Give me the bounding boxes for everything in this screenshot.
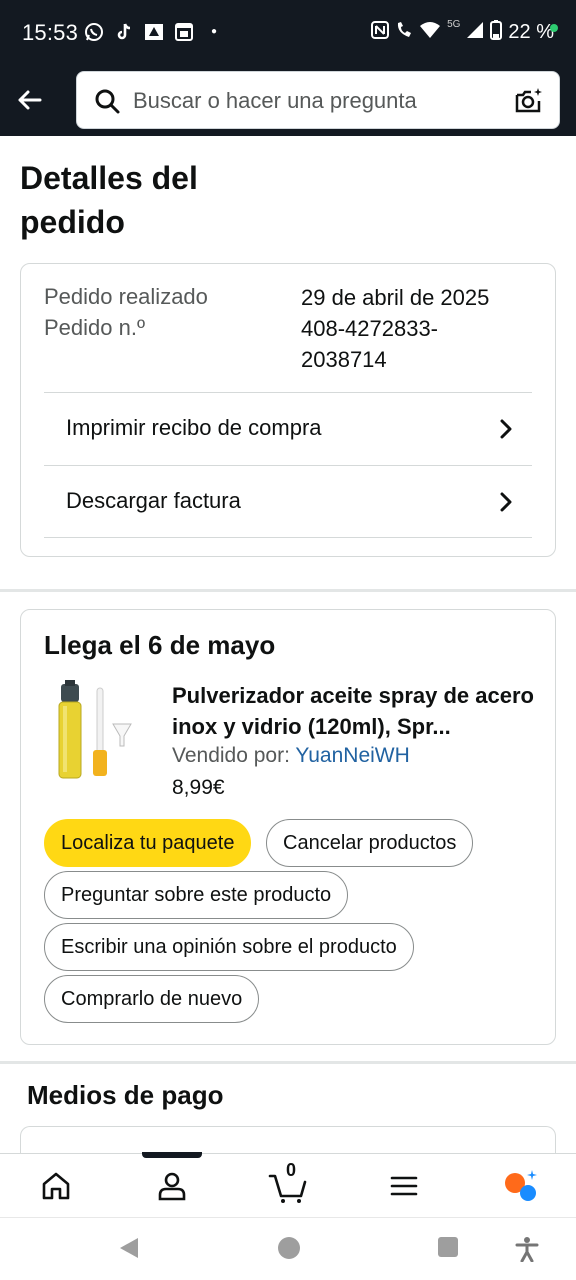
- shipment-card: Llega el 6 de mayo Pulverizador aceite s…: [20, 609, 556, 1045]
- system-status: 5G 22 %: [371, 19, 554, 45]
- status-time: 15:53: [22, 20, 79, 45]
- account-icon[interactable]: [154, 1168, 190, 1204]
- home-icon[interactable]: [38, 1168, 74, 1204]
- active-tab-indicator: [142, 1152, 202, 1158]
- write-review-button[interactable]: Escribir una opinión sobre el producto: [44, 923, 414, 971]
- tiktok-icon: [114, 22, 134, 42]
- print-receipt-link[interactable]: Imprimir recibo de compra: [44, 392, 532, 464]
- cart-icon[interactable]: [268, 1168, 308, 1204]
- recents-icon[interactable]: [437, 1236, 459, 1258]
- track-package-button[interactable]: Localiza tu paquete: [44, 819, 252, 867]
- divider: [44, 537, 532, 538]
- notification-icons: ●: [84, 22, 224, 42]
- wifi-call-icon: [395, 21, 413, 44]
- download-invoice-label: Descargar factura: [66, 488, 241, 513]
- seller-link[interactable]: YuanNeiWH: [295, 744, 409, 767]
- order-number-label: Pedido n.º: [44, 315, 145, 340]
- nfc-icon: [371, 21, 390, 44]
- order-number-value-line1: 408-4272833-: [301, 316, 439, 341]
- search-input[interactable]: Buscar o hacer una pregunta: [133, 88, 417, 114]
- order-placed-label: Pedido realizado: [44, 284, 208, 309]
- accessibility-icon[interactable]: [515, 1236, 539, 1262]
- cancel-items-button[interactable]: Cancelar productos: [266, 819, 474, 867]
- calendar-icon: [174, 22, 194, 42]
- network-type: 5G: [447, 19, 461, 30]
- chevron-right-icon: [500, 492, 512, 512]
- section-divider: [0, 589, 576, 592]
- signal-icon: [466, 21, 484, 44]
- buy-again-button[interactable]: Comprarlo de nuevo: [44, 975, 260, 1023]
- sold-by: Vendido por: YuanNeiWH: [172, 744, 410, 768]
- order-placed-value: 29 de abril de 2025: [301, 285, 490, 310]
- download-invoice-link[interactable]: Descargar factura: [44, 465, 532, 537]
- camera-search-icon[interactable]: [513, 85, 545, 117]
- payment-section-title: Medios de pago: [27, 1080, 224, 1110]
- whatsapp-icon: [84, 22, 104, 42]
- product-title[interactable]: Pulverizador aceite spray de acero inox …: [172, 680, 537, 742]
- battery-percent: 22 %: [508, 21, 554, 43]
- wifi-icon: [419, 21, 441, 44]
- arrival-date: Llega el 6 de mayo: [44, 630, 276, 660]
- status-bar: 15:53 ● 5G 22 %: [0, 0, 576, 68]
- arrow-left-icon: [18, 90, 42, 110]
- page-title: Detalles del pedido: [20, 160, 198, 240]
- bottom-navigation: 0: [0, 1152, 576, 1217]
- news-icon: [144, 22, 164, 42]
- order-info-card: Pedido realizado 29 de abril de 2025 Ped…: [20, 263, 556, 557]
- search-bar[interactable]: Buscar o hacer una pregunta: [76, 71, 560, 129]
- order-number-value-line2: 2038714: [301, 347, 387, 372]
- chevron-right-icon: [500, 419, 512, 439]
- section-divider: [0, 1061, 576, 1064]
- sold-by-label: Vendido por:: [172, 744, 296, 767]
- product-price: 8,99€: [172, 776, 225, 799]
- battery-icon: [490, 20, 503, 45]
- back-icon[interactable]: [118, 1236, 140, 1260]
- back-button[interactable]: [14, 84, 46, 116]
- print-receipt-label: Imprimir recibo de compra: [66, 415, 322, 440]
- rufus-icon[interactable]: [502, 1168, 538, 1204]
- ask-product-question-button[interactable]: Preguntar sobre este producto: [44, 871, 349, 919]
- privacy-indicator: [550, 24, 558, 32]
- product-image[interactable]: [51, 680, 141, 784]
- system-navigation: [0, 1217, 576, 1280]
- search-icon: [95, 89, 120, 114]
- more-notifications-icon: ●: [210, 26, 218, 37]
- app-header: Buscar o hacer una pregunta: [0, 68, 576, 136]
- home-circle-icon[interactable]: [277, 1236, 301, 1260]
- menu-icon[interactable]: [386, 1168, 422, 1204]
